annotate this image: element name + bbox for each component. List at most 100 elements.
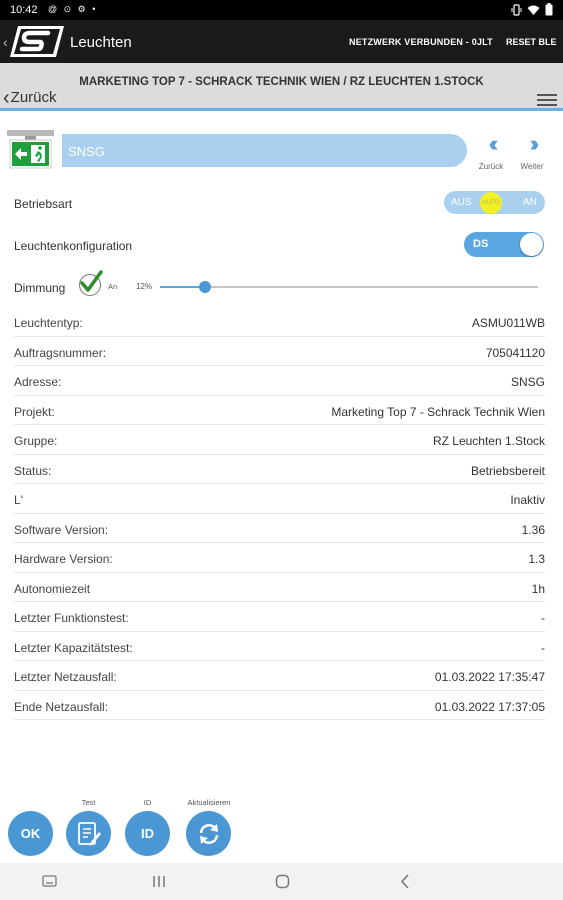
info-row: Adresse: SNSG: [14, 366, 545, 396]
id-caption: ID: [143, 798, 152, 807]
test-button[interactable]: [66, 811, 111, 856]
back-button[interactable]: ‹ Zurück: [3, 86, 57, 109]
breadcrumb: MARKETING TOP 7 - SCHRACK TECHNIK WIEN /…: [79, 76, 484, 88]
previous-device-button[interactable]: ‹‹ Zurück: [474, 131, 508, 172]
status-time: 10:42: [10, 4, 38, 16]
app-back-chevron-icon[interactable]: ‹: [3, 34, 8, 50]
refresh-icon: [199, 823, 218, 844]
double-chevron-right-icon: ››: [529, 131, 540, 156]
info-key: Gruppe:: [14, 434, 58, 448]
config-toggle[interactable]: DS: [464, 232, 544, 257]
home-icon[interactable]: [275, 874, 290, 889]
app-bar: ‹ Leuchten NETZWERK VERBUNDEN - 0JLT RES…: [0, 20, 563, 63]
system-nav-bar: [0, 863, 563, 900]
mode-option-an[interactable]: AN: [523, 197, 537, 208]
info-row: Letzter Funktionstest: -: [14, 602, 545, 632]
double-chevron-left-icon: ‹‹: [488, 131, 499, 156]
info-value: RZ Leuchten 1.Stock: [432, 434, 545, 448]
info-value: Inaktiv: [510, 493, 545, 507]
betriebsart-selector[interactable]: AUS AUTO AN: [444, 191, 545, 214]
info-row: Gruppe: RZ Leuchten 1.Stock: [14, 425, 545, 455]
previous-label: Zurück: [478, 162, 504, 171]
info-key: Auftragsnummer:: [14, 345, 107, 360]
test-caption: Test: [81, 798, 96, 807]
info-row: Software Version: 1.36: [14, 514, 545, 543]
info-key: Software Version:: [14, 522, 109, 537]
info-value: Betriebsbereit: [470, 463, 545, 478]
info-row: Letzter Kapazitätstest: -: [14, 632, 545, 661]
keyboard-icon[interactable]: [42, 875, 57, 888]
info-row: Status: Betriebsbereit: [14, 455, 545, 484]
info-key: Ende Netzausfall:: [14, 699, 109, 714]
info-row: Autonomiezeit 1h: [14, 573, 545, 602]
info-row: Projekt: Marketing Top 7 - Schrack Techni…: [14, 396, 545, 425]
info-key: Letzter Netzausfall:: [14, 670, 117, 684]
refresh-button[interactable]: [186, 811, 231, 856]
reset-ble-button[interactable]: RESET BLE: [506, 37, 557, 47]
exit-sign-icon: [7, 130, 54, 169]
menu-icon[interactable]: [537, 94, 557, 106]
next-device-button[interactable]: ›› Weiter: [515, 131, 549, 172]
info-key: Status:: [14, 463, 52, 478]
status-right-icons: [511, 3, 553, 16]
test-report-icon: [77, 821, 101, 845]
info-value: 01.03.2022 17:37:05: [434, 699, 545, 714]
info-value: 1h: [531, 581, 545, 596]
info-value: Marketing Top 7 - Schrack Technik Wien: [331, 404, 545, 419]
info-value: 1.3: [528, 552, 545, 566]
dimmung-checkbox[interactable]: [79, 270, 103, 296]
config-label: Leuchtenkonfiguration: [14, 239, 133, 253]
info-row: Leuchtentyp: ASMU011WB: [14, 307, 545, 337]
dimmung-percent: 12%: [136, 282, 153, 291]
recent-apps-icon[interactable]: [152, 875, 166, 888]
info-value: -: [541, 611, 545, 625]
info-value: ASMU011WB: [471, 316, 545, 330]
info-key: Letzter Funktionstest:: [14, 611, 129, 625]
schrack-logo: [10, 26, 64, 57]
dimmung-label: Dimmung: [14, 281, 66, 295]
info-key: Hardware Version:: [14, 552, 113, 566]
info-row: Hardware Version: 1.3: [14, 543, 545, 573]
info-key: L': [14, 493, 23, 507]
dimmung-slider[interactable]: [160, 281, 538, 293]
back-label: Zurück: [10, 89, 57, 106]
network-status: NETZWERK VERBUNDEN - 0JLT: [349, 37, 493, 47]
info-table: Leuchtentyp: ASMU011WB Auftragsnummer: 7050…: [14, 307, 545, 720]
mode-option-auto[interactable]: AUTO: [480, 192, 502, 214]
app-title: Leuchten: [70, 34, 132, 51]
mode-option-aus[interactable]: AUS: [451, 197, 472, 208]
status-notification-icons: @ ⊙ ⚙ •: [48, 4, 98, 14]
slider-thumb[interactable]: [199, 281, 212, 293]
info-row: Auftragsnummer: 705041120: [14, 337, 545, 366]
device-name: SNSG: [68, 144, 105, 159]
ok-button[interactable]: OK: [8, 811, 53, 856]
info-key: Autonomiezeit: [14, 581, 91, 596]
status-bar: 10:42 @ ⊙ ⚙ •: [0, 0, 563, 20]
checkmark-icon: [80, 270, 103, 292]
chevron-left-icon: ‹: [3, 86, 10, 109]
info-value: SNSG: [510, 375, 545, 389]
info-row: L' Inaktiv: [14, 484, 545, 514]
id-button[interactable]: ID: [125, 811, 170, 856]
info-value: 01.03.2022 17:35:47: [434, 670, 545, 684]
info-value: -: [541, 640, 545, 655]
info-key: Projekt:: [14, 404, 55, 419]
info-value: 705041120: [485, 345, 545, 360]
info-value: 1.36: [521, 522, 545, 537]
betriebsart-label: Betriebsart: [14, 197, 73, 211]
config-value: DS: [473, 238, 489, 250]
wifi-icon: [527, 5, 540, 15]
toggle-knob: [520, 233, 543, 256]
info-row: Ende Netzausfall: 01.03.2022 17:37:05: [14, 691, 545, 720]
back-nav-icon[interactable]: [400, 874, 410, 889]
battery-icon: [545, 3, 553, 16]
next-label: Weiter: [520, 162, 544, 171]
info-key: Adresse:: [14, 375, 62, 389]
breadcrumb-header: MARKETING TOP 7 - SCHRACK TECHNIK WIEN /…: [0, 63, 563, 111]
refresh-caption: Aktualisieren: [187, 798, 231, 807]
info-row: Letzter Netzausfall: 01.03.2022 17:35:47: [14, 661, 545, 691]
info-key: Leuchtentyp:: [14, 316, 83, 330]
vibrate-icon: [511, 3, 522, 16]
device-name-bar: SNSG: [62, 134, 467, 167]
info-key: Letzter Kapazitätstest:: [14, 640, 133, 655]
